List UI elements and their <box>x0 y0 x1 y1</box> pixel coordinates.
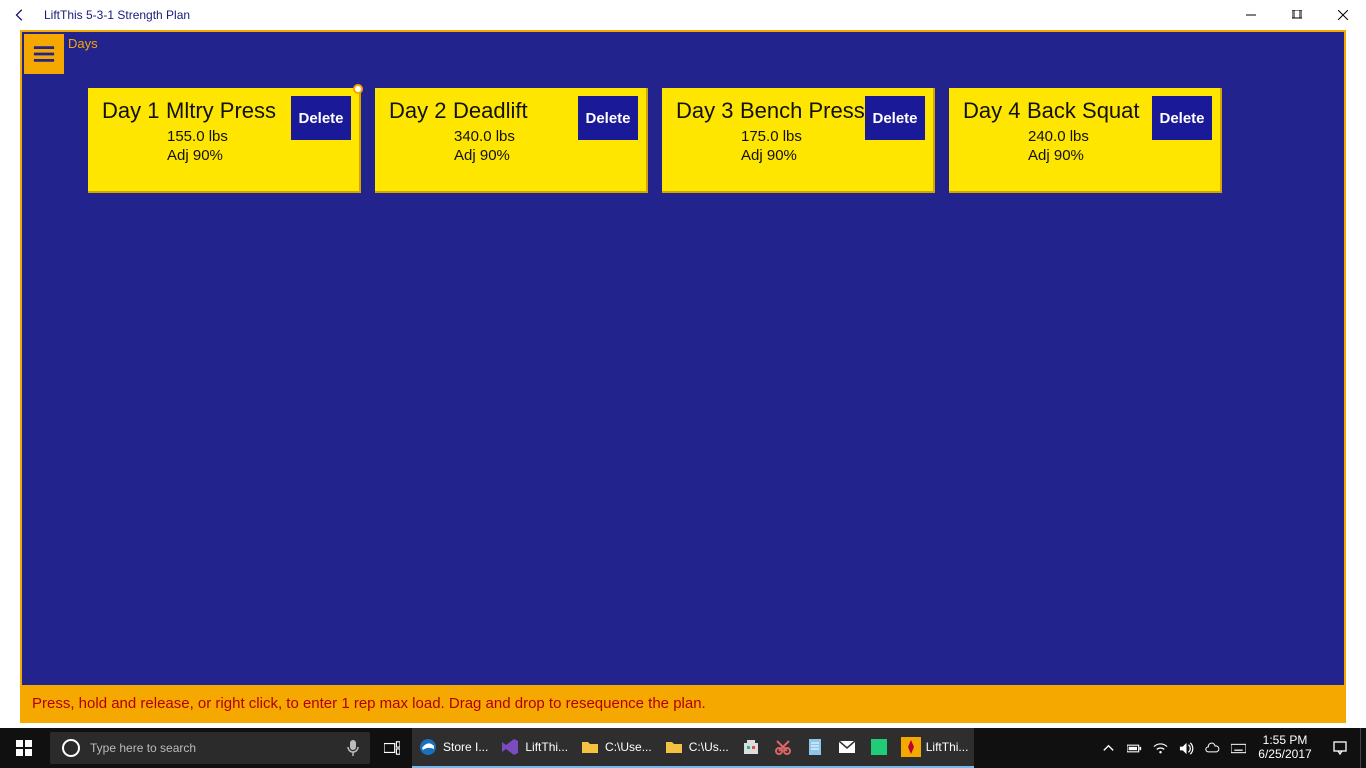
day-card[interactable]: Day 3 Bench Press 175.0 lbs Adj 90% Dele… <box>662 88 935 193</box>
window-controls <box>1228 0 1366 30</box>
hamburger-icon <box>33 45 55 63</box>
tray-overflow-button[interactable] <box>1100 740 1116 756</box>
maximize-icon <box>1292 10 1302 20</box>
wifi-icon[interactable] <box>1152 740 1168 756</box>
close-icon <box>1338 10 1348 20</box>
delete-button[interactable]: Delete <box>1152 96 1212 140</box>
visualstudio-icon <box>500 737 520 757</box>
adj-value: Adj 90% <box>167 147 347 164</box>
taskbar-item-store[interactable] <box>735 728 767 768</box>
search-placeholder: Type here to search <box>90 741 196 755</box>
taskbar-item-visualstudio[interactable]: LiftThi... <box>494 728 574 768</box>
liftthis-icon <box>901 737 921 757</box>
day-label: Day 1 <box>102 98 162 124</box>
action-center-button[interactable] <box>1320 728 1360 768</box>
exercise-name: Back Squat <box>1027 98 1140 124</box>
taskbar-item-edge[interactable]: Store I... <box>412 728 494 768</box>
chevron-up-icon <box>1101 741 1116 756</box>
notification-icon <box>1332 740 1348 756</box>
edge-icon <box>418 737 438 757</box>
mail-icon <box>837 737 857 757</box>
battery-icon[interactable] <box>1126 740 1142 756</box>
windows-icon <box>16 740 32 756</box>
day-label: Day 3 <box>676 98 736 124</box>
taskbar-clock[interactable]: 1:55 PM 6/25/2017 <box>1250 734 1320 762</box>
day-label: Day 4 <box>963 98 1023 124</box>
section-label: Days <box>68 36 98 51</box>
app-icon <box>869 737 889 757</box>
store-icon <box>741 737 761 757</box>
taskbar-item-mail[interactable] <box>831 728 863 768</box>
notepad-icon <box>805 737 825 757</box>
window-title: LiftThis 5-3-1 Strength Plan <box>40 8 190 22</box>
taskbar: Type here to search Store I... LiftThi..… <box>0 728 1366 768</box>
onedrive-icon[interactable] <box>1204 740 1220 756</box>
card-handle-icon[interactable] <box>353 84 363 94</box>
maximize-button[interactable] <box>1274 0 1320 30</box>
delete-button[interactable]: Delete <box>865 96 925 140</box>
hamburger-button[interactable] <box>24 34 64 74</box>
taskbar-item-label: Store I... <box>443 740 488 754</box>
folder-icon <box>580 737 600 757</box>
back-arrow-icon <box>13 8 27 22</box>
system-tray <box>1100 740 1250 756</box>
taskbar-item-label: LiftThi... <box>525 740 568 754</box>
folder-icon <box>664 737 684 757</box>
delete-button[interactable]: Delete <box>578 96 638 140</box>
snip-icon <box>773 737 793 757</box>
adj-value: Adj 90% <box>741 147 921 164</box>
close-button[interactable] <box>1320 0 1366 30</box>
taskbar-item-liftthis[interactable]: LiftThi... <box>895 728 975 768</box>
cortana-icon <box>62 739 80 757</box>
taskbar-item-label: C:\Use... <box>605 740 652 754</box>
cards-area: Day 1 Mltry Press 155.0 lbs Adj 90% Dele… <box>22 32 1344 193</box>
day-card[interactable]: Day 4 Back Squat 240.0 lbs Adj 90% Delet… <box>949 88 1222 193</box>
hint-bar: Press, hold and release, or right click,… <box>22 685 1344 721</box>
day-label: Day 2 <box>389 98 449 124</box>
exercise-name: Bench Press <box>740 98 865 124</box>
hint-text: Press, hold and release, or right click,… <box>32 695 706 712</box>
keyboard-icon[interactable] <box>1230 740 1246 756</box>
adj-value: Adj 90% <box>1028 147 1208 164</box>
volume-icon[interactable] <box>1178 740 1194 756</box>
search-box[interactable]: Type here to search <box>50 732 370 764</box>
clock-time: 1:55 PM <box>1258 734 1312 748</box>
app-frame: Days Day 1 Mltry Press 155.0 lbs Adj 90%… <box>20 30 1346 723</box>
day-card[interactable]: Day 2 Deadlift 340.0 lbs Adj 90% Delete <box>375 88 648 193</box>
minimize-button[interactable] <box>1228 0 1274 30</box>
delete-button[interactable]: Delete <box>291 96 351 140</box>
exercise-name: Deadlift <box>453 98 528 124</box>
taskbar-item-notepad[interactable] <box>799 728 831 768</box>
exercise-name: Mltry Press <box>166 98 276 124</box>
title-bar: LiftThis 5-3-1 Strength Plan <box>0 0 1366 30</box>
back-button[interactable] <box>0 0 40 30</box>
minimize-icon <box>1246 10 1256 20</box>
taskbar-item-generic[interactable] <box>863 728 895 768</box>
taskbar-item-explorer[interactable]: C:\Us... <box>658 728 735 768</box>
clock-date: 6/25/2017 <box>1258 748 1312 762</box>
taskbar-item-label: C:\Us... <box>689 740 729 754</box>
taskbar-item-label: LiftThi... <box>926 740 969 754</box>
mic-icon[interactable] <box>346 738 360 758</box>
show-desktop-button[interactable] <box>1360 728 1366 768</box>
task-view-icon <box>384 740 400 756</box>
adj-value: Adj 90% <box>454 147 634 164</box>
taskbar-item-snip[interactable] <box>767 728 799 768</box>
task-view-button[interactable] <box>372 728 412 768</box>
day-card[interactable]: Day 1 Mltry Press 155.0 lbs Adj 90% Dele… <box>88 88 361 193</box>
taskbar-item-explorer[interactable]: C:\Use... <box>574 728 658 768</box>
start-button[interactable] <box>0 728 48 768</box>
